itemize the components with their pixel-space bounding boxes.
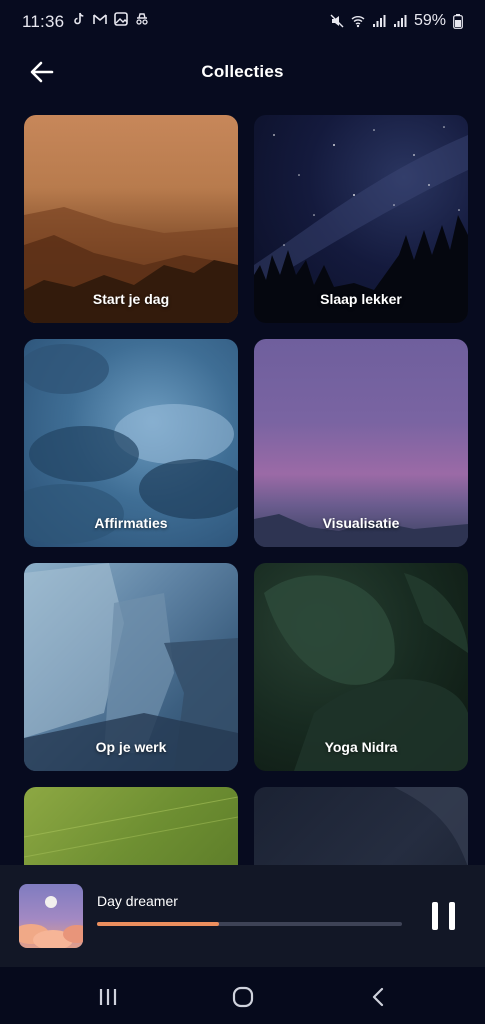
system-nav-bar: [0, 967, 485, 1024]
chevron-left-icon[interactable]: [367, 985, 391, 1009]
green-leaf-illustration: [24, 796, 238, 858]
battery-icon: [453, 13, 463, 29]
collection-card-8[interactable]: [254, 787, 468, 865]
track-artwork: [19, 884, 83, 948]
status-time: 11:36: [22, 12, 65, 31]
system-indicators: 59%: [330, 12, 463, 30]
pause-button[interactable]: [432, 902, 456, 930]
collection-card-slaap-lekker[interactable]: Slaap lekker: [254, 115, 468, 323]
collection-card-affirmaties[interactable]: Affirmaties: [24, 339, 238, 547]
collection-card-start-je-dag[interactable]: Start je dag: [24, 115, 238, 323]
mute-icon: [330, 14, 344, 28]
tiktok-icon: [74, 12, 84, 25]
collection-card-op-je-werk[interactable]: Op je werk: [24, 563, 238, 771]
incognito-icon: [136, 13, 148, 25]
app-header: Collecties: [0, 50, 485, 94]
gmail-icon: [93, 14, 107, 24]
page-title: Collecties: [201, 62, 284, 81]
collection-card-yoga-nidra[interactable]: Yoga Nidra: [254, 563, 468, 771]
pause-icon-bar: [449, 902, 455, 930]
home-icon[interactable]: [231, 985, 255, 1009]
collection-label: Start je dag: [92, 291, 170, 307]
moon-clouds-artwork: [19, 896, 83, 948]
signal-icon: [372, 15, 386, 27]
progress-bar[interactable]: [97, 922, 402, 926]
battery-percentage: 59%: [413, 12, 446, 29]
dark-texture-illustration: [394, 787, 468, 865]
gallery-icon: [114, 12, 128, 26]
recents-icon[interactable]: [96, 985, 120, 1009]
signal-icon-2: [393, 15, 407, 27]
collection-label: Slaap lekker: [320, 291, 402, 307]
wifi-icon: [351, 16, 365, 28]
collection-card-visualisatie[interactable]: Visualisatie: [254, 339, 468, 547]
collection-label: Yoga Nidra: [324, 739, 398, 755]
progress-fill: [97, 922, 219, 926]
collection-label: Affirmaties: [94, 515, 168, 531]
pause-icon: [432, 902, 438, 930]
status-bar: 11:36 59%: [0, 0, 485, 44]
collection-label: Visualisatie: [322, 515, 400, 531]
notification-icons: [72, 12, 149, 26]
collection-card-7[interactable]: [24, 787, 238, 865]
track-title: Day dreamer: [97, 893, 178, 909]
collection-label: Op je werk: [95, 739, 167, 755]
mini-player[interactable]: Day dreamer: [0, 865, 485, 967]
collections-grid: Start je dag Slaap lekker Affirmaties Vi: [24, 115, 468, 865]
